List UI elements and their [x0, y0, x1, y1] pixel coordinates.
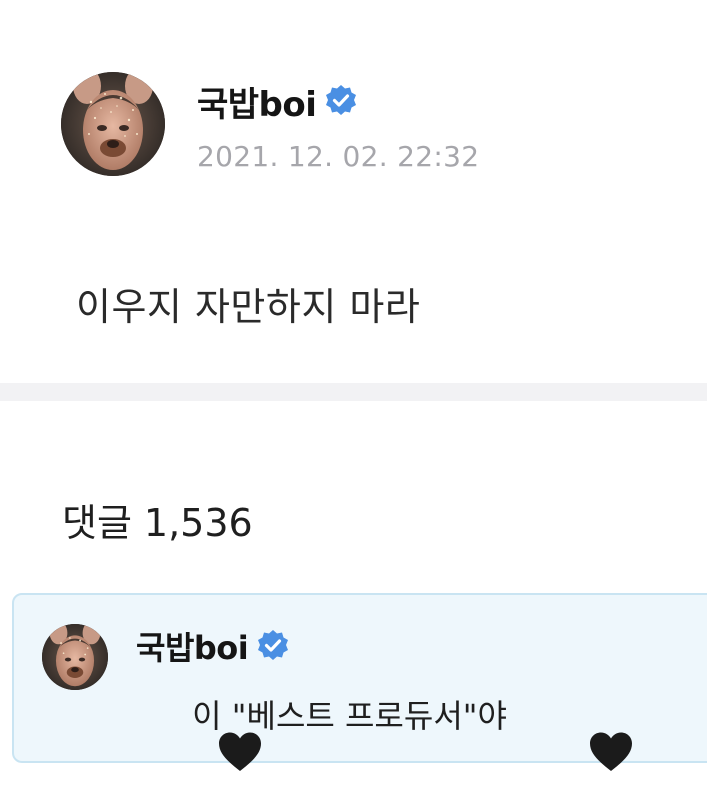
author-block: 국밥boi 2021. 12. 02. 22:32	[197, 77, 480, 174]
comment-author-avatar[interactable]	[42, 624, 108, 690]
best-comment-card[interactable]: 국밥boi 이 "베스트 프로듀서"야	[12, 593, 707, 771]
post-header: 국밥boi 2021. 12. 02. 22:32	[61, 72, 479, 176]
author-avatar[interactable]	[61, 72, 165, 176]
black-heart-icon	[507, 693, 633, 771]
verified-badge-icon	[324, 84, 358, 118]
comments-count: 1,536	[143, 501, 253, 545]
post-body-text: 이우지 자만하지 마라	[76, 285, 421, 329]
verified-badge-icon	[256, 629, 290, 663]
author-name[interactable]: 국밥boi	[197, 77, 317, 126]
comments-header: 댓글 1,536	[62, 492, 253, 547]
comment-text: 이 "베스트 프로듀서"야	[136, 691, 633, 771]
black-heart-icon	[136, 693, 262, 771]
comment-body: 이 "베스트 프로듀서"야	[182, 697, 507, 735]
comments-label: 댓글	[62, 501, 132, 545]
post-page: 국밥boi 2021. 12. 02. 22:32 이우지 자만하지 마라 댓글…	[0, 0, 707, 786]
section-divider	[0, 383, 707, 401]
comment-author-name[interactable]: 국밥boi	[136, 623, 249, 669]
comment-author-row: 국밥boi	[136, 623, 290, 669]
post-timestamp: 2021. 12. 02. 22:32	[197, 140, 480, 173]
author-row: 국밥boi	[197, 77, 479, 126]
